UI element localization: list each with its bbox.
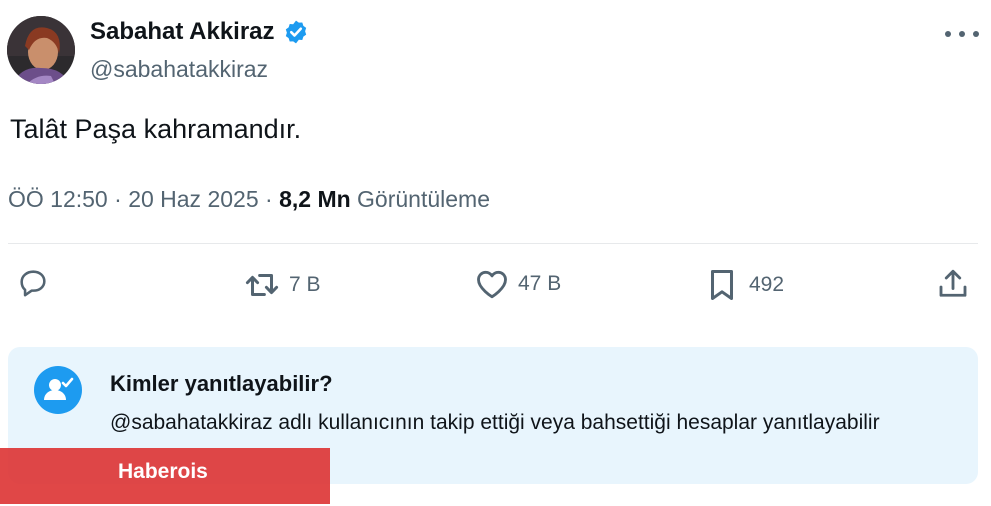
author-handle[interactable]: @sabahatakkiraz	[90, 56, 268, 83]
dot-icon	[945, 31, 951, 37]
bookmark-button[interactable]: 492	[703, 266, 784, 304]
views-count: 8,2 Mn	[279, 186, 351, 212]
like-count: 47 B	[518, 272, 562, 295]
tweet-date[interactable]: 20 Haz 2025	[128, 186, 258, 212]
dot-icon	[959, 31, 965, 37]
divider	[8, 243, 978, 244]
reply-restriction-title: Kimler yanıtlayabilir?	[110, 371, 333, 396]
avatar[interactable]	[7, 16, 75, 84]
dot-icon	[973, 31, 979, 37]
bookmark-icon	[710, 270, 734, 300]
watermark-banner: Haberois	[0, 448, 330, 504]
more-options-button[interactable]	[945, 22, 979, 46]
separator-dot: ·	[265, 186, 280, 212]
share-button[interactable]	[935, 266, 971, 302]
like-button[interactable]: 47 B	[474, 266, 561, 302]
retweet-count: 7 B	[289, 273, 321, 296]
watermark-text: Haberois	[118, 460, 208, 483]
reply-restriction-icon	[34, 366, 82, 414]
avatar-image	[7, 16, 75, 84]
verified-badge-icon	[285, 20, 306, 44]
reply-button[interactable]	[16, 266, 58, 300]
separator-dot: ·	[114, 186, 129, 212]
share-icon	[939, 269, 967, 297]
reply-icon	[20, 270, 46, 297]
retweet-icon	[245, 273, 279, 297]
author-name-row: Sabahat Akkiraz	[90, 18, 309, 46]
tweet-meta: ÖÖ 12:50 · 20 Haz 2025 · 8,2 Mn Görüntül…	[8, 186, 490, 213]
tweet-text: Talât Paşa kahramandır.	[10, 114, 302, 144]
tweet-time[interactable]: ÖÖ 12:50	[8, 186, 108, 212]
user-check-icon	[44, 377, 74, 400]
bookmark-count: 492	[749, 273, 785, 296]
retweet-button[interactable]: 7 B	[243, 266, 321, 304]
reply-restriction-description: @sabahatakkiraz adlı kullanıcının takip …	[110, 411, 880, 434]
author-name[interactable]: Sabahat Akkiraz	[90, 18, 275, 46]
views-label: Görüntüleme	[357, 186, 491, 212]
heart-icon	[477, 270, 507, 299]
